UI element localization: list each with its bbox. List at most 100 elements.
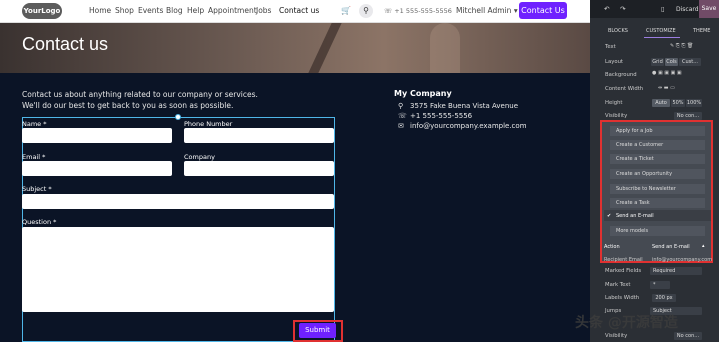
question-textarea[interactable] [22,227,334,312]
highlight-box [293,320,343,342]
user-name: Mitchell Admin [456,6,512,15]
save-button[interactable]: Save [699,0,719,18]
site-logo[interactable]: YourLogo [22,3,62,19]
email-label: Email * [22,153,46,161]
search-icon[interactable]: ⚲ [359,4,373,18]
action-select[interactable]: Send an E-mail [652,244,690,250]
marked-fields-label: Marked Fields [605,268,642,274]
visibility-select[interactable]: No con... [674,112,702,120]
background-options-icons[interactable]: ● ▣ ▣ ▣ ▣ [652,70,682,76]
layout-custom-option[interactable]: Cust... [679,58,701,66]
website-preview: YourLogo Home Shop Events Blog Help Appo… [0,0,590,342]
redo-icon[interactable]: ↷ [620,5,625,13]
email-input[interactable] [22,161,172,176]
company-address: ⚲ 3575 Fake Buena Vista Avenue [398,102,518,110]
labels-width-input[interactable]: 200 px [652,294,676,302]
dropdown-item[interactable]: Create a Customer [616,142,663,148]
nav-link-jobs[interactable]: Jobs [256,6,271,15]
phone-text: +1 555-555-5556 [410,112,473,120]
action-label: Action [604,244,620,250]
content-width-icons[interactable]: ⇹ ▬ ▭ [658,85,675,91]
discard-button[interactable]: Discard [676,6,699,13]
layout-label: Layout [605,59,624,65]
content-width-label: Content Width [605,86,644,92]
phone-input[interactable] [184,128,334,143]
check-icon: ✔ [607,213,612,219]
cart-icon[interactable]: 🛒 [339,4,353,18]
layout-cols-option[interactable]: Cols [665,58,678,66]
dropdown-item[interactable]: Create a Task [616,200,650,206]
envelope-icon: ✉ [398,122,404,130]
tab-blocks[interactable]: BLOCKS [608,28,628,34]
editor-tabs: BLOCKS CUSTOMIZE THEME [590,24,719,38]
mark-text-input[interactable]: * [650,281,670,289]
action-dropdown: Apply for a Job Create a Customer Create… [600,120,713,263]
company-phone: ☏ +1 555-555-5556 [398,112,472,120]
dropdown-item[interactable]: Subscribe to Newsletter [616,186,676,192]
company-label: Company [184,153,215,161]
mark-text-label: Mark Text [605,282,631,288]
nav-link-blog[interactable]: Blog [166,6,183,15]
name-input[interactable] [22,128,172,143]
visibility-label: Visibility [605,113,628,119]
undo-icon[interactable]: ↶ [604,5,609,13]
subject-label: Subject * [22,185,52,193]
caret-down-icon: ▾ [513,6,518,15]
caret-up-icon: ▴ [702,243,705,249]
subject-input[interactable] [22,194,334,209]
page-title: Contact us [22,34,109,54]
email-text: info@yourcompany.example.com [410,122,527,130]
map-pin-icon: ⚲ [398,102,404,110]
nav-link-appointment[interactable]: Appointment [208,6,257,15]
dropdown-item[interactable]: Apply for a Job [616,128,653,134]
company-input[interactable] [184,161,334,176]
dropdown-item[interactable]: Create an Opportunity [616,171,672,177]
section-action-icons[interactable]: ✎ ⎘ ⎘ 🗑 [670,43,693,49]
labels-width-value: 200 [655,295,665,301]
recipient-email-label: Recipient Email [604,257,643,263]
contact-us-button[interactable]: Contact Us [519,2,567,19]
section-title: Text [605,44,616,50]
banner-decoration [430,23,460,73]
resize-handle[interactable] [175,114,181,120]
labels-width-label: Labels Width [605,295,640,301]
phone-label: Phone Number [184,120,233,128]
watermark: 头条 @开源智造 [575,315,678,331]
tab-theme[interactable]: THEME [693,28,710,34]
company-title: My Company [394,89,452,98]
user-menu[interactable]: Mitchell Admin ▾ [456,6,518,15]
tab-customize[interactable]: CUSTOMIZE [646,28,676,34]
dropdown-item-selected[interactable]: Send an E-mail [616,213,654,219]
editor-toolbar: ↶ ↷ ▯ Discard Save [590,0,719,18]
nav-phone-text: +1 555-555-5556 [394,7,452,15]
question-label: Question * [22,218,57,226]
mobile-preview-icon[interactable]: ▯ [661,5,665,13]
screen: YourLogo Home Shop Events Blog Help Appo… [0,0,719,342]
height-auto-option[interactable]: Auto [652,99,670,107]
height-50-option[interactable]: 50% [671,99,685,107]
intro-line-1: Contact us about anything related to our… [22,90,258,99]
layout-grid-option[interactable]: Grid [651,58,664,66]
visibility2-select[interactable]: No con... [674,332,702,340]
nav-phone[interactable]: ☏ +1 555-555-5556 [384,7,452,15]
nav-link-contact[interactable]: Contact us [279,6,319,15]
navbar: YourLogo Home Shop Events Blog Help Appo… [0,0,590,23]
background-label: Background [605,72,637,78]
nav-link-events[interactable]: Events [138,6,163,15]
nav-link-home[interactable]: Home [89,6,111,15]
dropdown-item[interactable]: More models [616,228,648,234]
nav-link-help[interactable]: Help [187,6,204,15]
intro-text: Contact us about anything related to our… [22,89,282,111]
recipient-email-input[interactable]: info@yourcompany.com [652,257,712,263]
name-label: Name * [22,120,47,128]
company-email[interactable]: ✉ info@yourcompany.example.com [398,122,527,130]
intro-line-2: We'll do our best to get back to you as … [22,101,234,110]
height-100-option[interactable]: 100% [686,99,702,107]
address-text: 3575 Fake Buena Vista Avenue [410,102,519,110]
nav-link-shop[interactable]: Shop [115,6,134,15]
height-label: Height [605,100,623,106]
marked-fields-select[interactable]: Required [650,267,702,275]
page-banner: Contact us [0,23,590,73]
dropdown-item[interactable]: Create a Ticket [616,156,654,162]
active-tab-indicator [644,37,680,38]
